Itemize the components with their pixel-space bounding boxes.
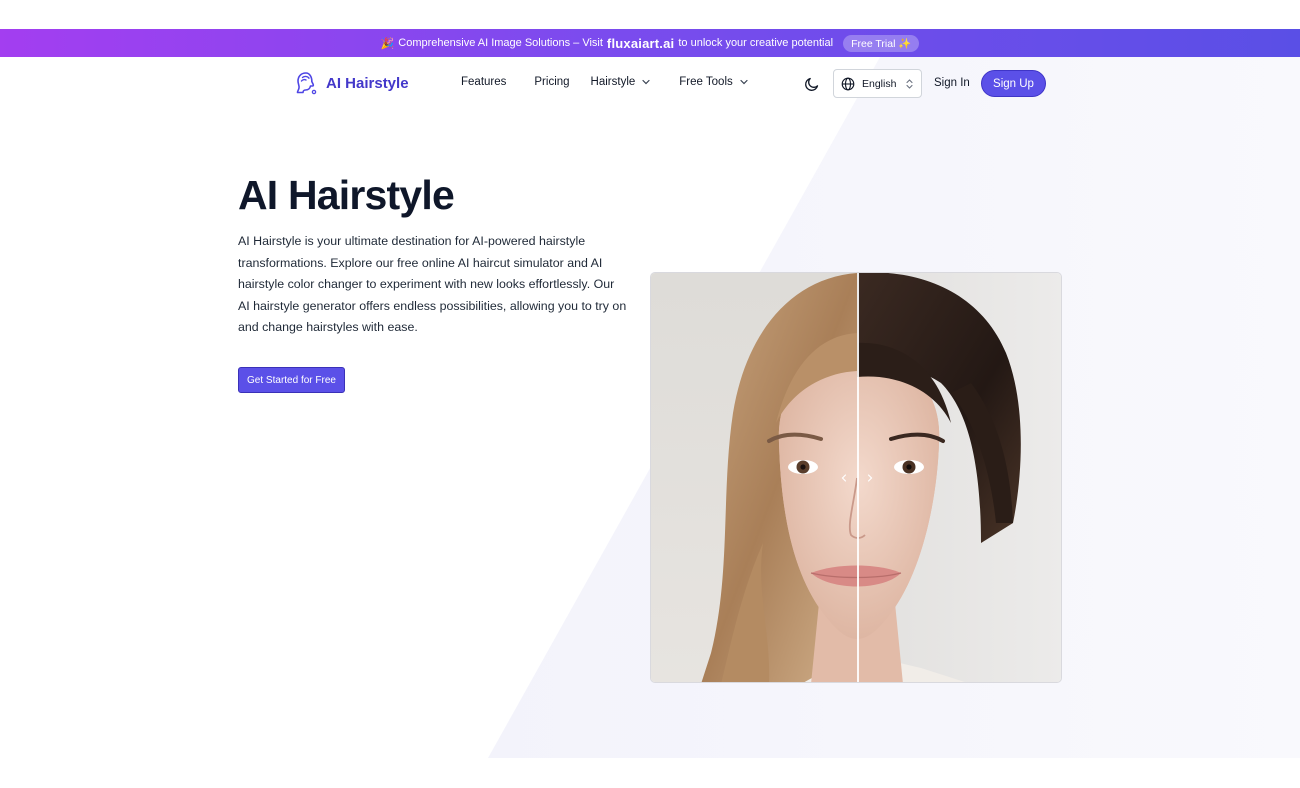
nav-link-features-label: Features bbox=[461, 76, 507, 88]
nav-links: Features Pricing Hairstyle Free Tools bbox=[461, 76, 749, 88]
banner-brand-link[interactable]: fluxaiart.ai bbox=[607, 36, 674, 51]
before-after-comparison[interactable] bbox=[650, 272, 1062, 683]
nav-link-free-tools-label: Free Tools bbox=[679, 76, 733, 88]
hero-description: AI Hairstyle is your ultimate destinatio… bbox=[238, 234, 627, 335]
nav-link-free-tools[interactable]: Free Tools bbox=[679, 76, 748, 88]
logo-text: AI Hairstyle bbox=[326, 74, 409, 92]
hero-title: AI Hairstyle bbox=[238, 172, 455, 218]
head-silhouette-icon bbox=[296, 72, 317, 95]
free-trial-badge[interactable]: Free Trial ✨ bbox=[843, 34, 920, 52]
globe-icon bbox=[841, 77, 855, 90]
chevron-right-icon[interactable] bbox=[865, 473, 875, 483]
nav-link-hairstyle[interactable]: Hairstyle bbox=[591, 76, 652, 88]
chevron-up-down-icon bbox=[906, 79, 913, 89]
banner-suffix: to unlock your creative potential bbox=[678, 37, 834, 49]
nav-link-features[interactable]: Features bbox=[461, 76, 506, 88]
logo[interactable]: AI Hairstyle bbox=[295, 71, 409, 95]
get-started-button[interactable]: Get Started for Free bbox=[238, 367, 345, 393]
sign-in-link[interactable]: Sign In bbox=[934, 77, 970, 89]
nav-link-pricing[interactable]: Pricing bbox=[534, 76, 569, 88]
language-value: English bbox=[862, 77, 897, 90]
nav-link-pricing-label: Pricing bbox=[534, 76, 570, 88]
page: 🎉 Comprehensive AI Image Solutions – Vis… bbox=[0, 0, 1300, 788]
nav-link-hairstyle-label: Hairstyle bbox=[590, 76, 636, 88]
top-nav: AI Hairstyle Features Pricing Hairstyle … bbox=[0, 57, 1300, 111]
sign-up-button[interactable]: Sign Up bbox=[981, 70, 1046, 97]
language-select[interactable]: English bbox=[833, 69, 922, 98]
chevron-down-icon bbox=[642, 79, 650, 85]
party-emoji-icon: 🎉 bbox=[380, 37, 395, 50]
promo-banner[interactable]: 🎉 Comprehensive AI Image Solutions – Vis… bbox=[0, 29, 1300, 57]
chevron-left-icon[interactable] bbox=[839, 473, 849, 483]
chevron-down-icon bbox=[740, 79, 748, 85]
banner-text: Comprehensive AI Image Solutions – Visit bbox=[398, 37, 603, 49]
moon-icon[interactable] bbox=[804, 76, 820, 92]
comparison-slider-handle[interactable] bbox=[857, 273, 859, 682]
